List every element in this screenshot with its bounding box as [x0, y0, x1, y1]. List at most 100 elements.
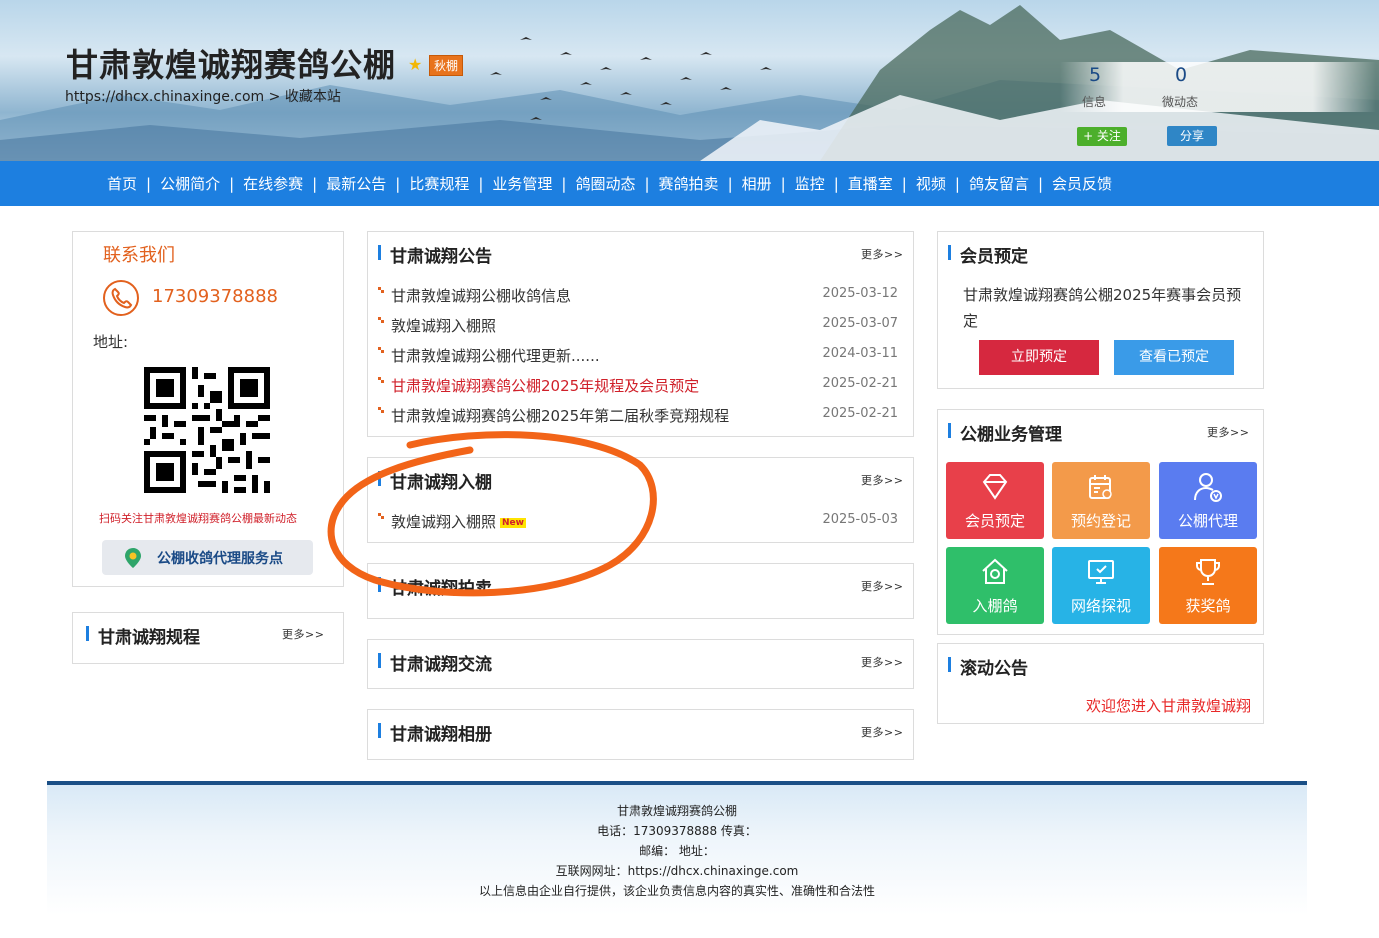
member-booking-title: 会员预定 — [948, 242, 1028, 267]
business-title: 公棚业务管理 — [948, 420, 1062, 445]
announcement-date: 2024-03-11 — [822, 346, 898, 361]
agent-icon — [1194, 473, 1222, 502]
footer-company: 甘肃敦煌诚翔赛鸽公棚 — [616, 804, 737, 818]
nav-item[interactable]: 公棚简介 — [151, 173, 229, 194]
moments-label: 微动态 — [1162, 95, 1199, 109]
map-pin-icon — [125, 548, 141, 568]
nav-item[interactable]: 赛鸽拍卖 — [650, 173, 728, 194]
bullet-icon — [378, 347, 384, 353]
season-badge: 秋棚 — [429, 55, 464, 76]
announcements-more-link[interactable]: 更多>> — [861, 246, 903, 262]
scrolling-title: 滚动公告 — [948, 654, 1028, 679]
announcement-date: 2025-03-12 — [822, 286, 898, 301]
bullet-icon — [378, 317, 384, 323]
member-booking-text[interactable]: 甘肃敦煌诚翔赛鸽公棚2025年赛事会员预定 — [963, 282, 1253, 334]
announcement-item[interactable]: 甘肃敦煌诚翔赛鸽公棚2025年规程及会员预定 2025-02-21 — [378, 375, 898, 397]
nav-item[interactable]: 直播室 — [839, 173, 902, 194]
nav-item[interactable]: 相册 — [733, 173, 781, 194]
site-url[interactable]: https://dhcx.chinaxinge.com — [65, 89, 264, 105]
announcement-title: 敦煌诚翔入棚照 — [391, 317, 497, 335]
footer-phone: 电话：17309378888 传真： — [597, 824, 757, 838]
announcement-item[interactable]: 甘肃敦煌诚翔公棚代理更新...... 2024-03-11 — [378, 345, 898, 367]
footer-website: 互联网网址：https://dhcx.chinaxinge.com — [555, 864, 799, 878]
entry-more-link[interactable]: 更多>> — [861, 472, 903, 488]
announcement-item[interactable]: 甘肃敦煌诚翔赛鸽公棚2025年第二届秋季竞翔规程 2025-02-21 — [378, 405, 898, 427]
nav-item[interactable]: 会员反馈 — [1043, 173, 1121, 194]
star-icon: ★ — [408, 55, 423, 74]
album-title[interactable]: 甘肃诚翔相册 — [378, 720, 492, 745]
tile-label: 会员预定 — [964, 512, 1025, 530]
nav-item[interactable]: 视频 — [907, 173, 955, 194]
stats-panel: 5 信息 0 微动态 — [1060, 62, 1376, 112]
follow-button[interactable]: + 关注 — [1077, 127, 1127, 146]
nav-item[interactable]: 最新公告 — [317, 173, 395, 194]
nav-item[interactable]: 监控 — [786, 173, 834, 194]
nav-items: 首页 | 公棚简介 | 在线参赛 | 最新公告 | 比赛规程 | 业务管理 | 鸽圈动态 | 赛鸽拍卖 | 相册… — [98, 161, 1121, 206]
footer-disclaimer: 以上信息由企业自行提供，该企业负责信息内容的真实性、准确性和合法性 — [478, 884, 875, 898]
trophy-icon — [1196, 559, 1220, 585]
nav-item[interactable]: 首页 — [98, 173, 146, 194]
announcement-date: 2025-02-21 — [822, 406, 898, 421]
entry-item-date: 2025-05-03 — [822, 512, 898, 527]
qr-code-image — [144, 367, 270, 493]
business-more-link[interactable]: 更多>> — [1207, 424, 1249, 440]
tile-agent[interactable]: 公棚代理 — [1159, 462, 1257, 539]
exchange-more-link[interactable]: 更多>> — [861, 654, 903, 670]
house-icon — [982, 558, 1008, 584]
view-booked-button[interactable]: 查看已预定 — [1114, 340, 1234, 375]
agent-service-button[interactable]: 公棚收鸽代理服务点 — [102, 540, 313, 575]
tile-award-pigeons[interactable]: 获奖鸽 — [1159, 547, 1257, 624]
address-label: 地址: — [93, 333, 129, 351]
rules-more-link[interactable]: 更多>> — [282, 626, 324, 642]
bookmark-link[interactable]: > 收藏本站 — [269, 89, 341, 105]
contact-title: 联系我们 — [103, 245, 175, 266]
announcement-title: 甘肃敦煌诚翔赛鸽公棚2025年规程及会员预定 — [391, 377, 700, 395]
tile-member-booking[interactable]: 会员预定 — [946, 462, 1044, 539]
phone-icon — [103, 280, 139, 316]
auction-more-link[interactable]: 更多>> — [861, 578, 903, 594]
tile-label: 公棚代理 — [1177, 512, 1238, 530]
bullet-icon — [378, 407, 384, 413]
nav-item[interactable]: 鸽圈动态 — [566, 173, 644, 194]
tile-label: 获奖鸽 — [1185, 597, 1231, 615]
announcements-title[interactable]: 甘肃诚翔公告 — [378, 242, 492, 267]
site-url-line: https://dhcx.chinaxinge.com > 收藏本站 — [65, 86, 341, 106]
tile-label: 网络探视 — [1070, 597, 1131, 615]
nav-item[interactable]: 比赛规程 — [400, 173, 478, 194]
info-count[interactable]: 5 — [1089, 64, 1101, 86]
contact-phone: 17309378888 — [152, 286, 278, 307]
announcement-date: 2025-03-07 — [822, 316, 898, 331]
calendar-icon — [1089, 475, 1112, 499]
nav-item[interactable]: 在线参赛 — [234, 173, 312, 194]
scrolling-text[interactable]: 欢迎您进入甘肃敦煌诚翔 — [1086, 695, 1251, 716]
site-title: 甘肃敦煌诚翔赛鸽公棚 — [66, 46, 397, 84]
announcement-date: 2025-02-21 — [822, 376, 898, 391]
album-more-link[interactable]: 更多>> — [861, 724, 903, 740]
exchange-title[interactable]: 甘肃诚翔交流 — [378, 650, 492, 675]
book-now-button[interactable]: 立即预定 — [979, 340, 1099, 375]
share-button[interactable]: 分享 — [1167, 126, 1217, 146]
tile-online-visit[interactable]: 网络探视 — [1052, 547, 1150, 624]
main-nav: 首页 | 公棚简介 | 在线参赛 | 最新公告 | 比赛规程 | 业务管理 | 鸽圈动态 | 赛鸽拍卖 | 相册… — [0, 161, 1379, 206]
announcement-item[interactable]: 敦煌诚翔入棚照 2025-03-07 — [378, 315, 898, 337]
announcement-title: 甘肃敦煌诚翔公棚收鸽信息 — [391, 287, 572, 305]
moments-count[interactable]: 0 — [1175, 64, 1187, 86]
tile-label: 预约登记 — [1070, 512, 1131, 530]
tile-appointment[interactable]: 预约登记 — [1052, 462, 1150, 539]
tile-label: 入棚鸽 — [972, 597, 1018, 615]
qr-caption: 扫码关注甘肃敦煌诚翔赛鸽公棚最新动态 — [99, 512, 297, 525]
footer-postcode: 邮编： 地址： — [639, 844, 715, 858]
info-label: 信息 — [1082, 95, 1107, 109]
nav-item[interactable]: 鸽友留言 — [960, 173, 1038, 194]
site-footer: 甘肃敦煌诚翔赛鸽公棚 电话：17309378888 传真： 邮编： 地址： 互联… — [47, 781, 1307, 915]
rules-title[interactable]: 甘肃诚翔规程 — [86, 623, 200, 648]
bullet-icon — [378, 287, 384, 293]
tile-entered-pigeons[interactable]: 入棚鸽 — [946, 547, 1044, 624]
agent-service-label: 公棚收鸽代理服务点 — [157, 551, 283, 567]
announcement-title: 甘肃敦煌诚翔公棚代理更新...... — [391, 347, 600, 365]
monitor-icon — [1088, 560, 1114, 584]
scrolling-viewport: 欢迎您进入甘肃敦煌诚翔 — [938, 690, 1263, 720]
announcement-item[interactable]: 甘肃敦煌诚翔公棚收鸽信息 2025-03-12 — [378, 285, 898, 307]
nav-item[interactable]: 业务管理 — [483, 173, 561, 194]
diamond-icon — [982, 474, 1008, 500]
